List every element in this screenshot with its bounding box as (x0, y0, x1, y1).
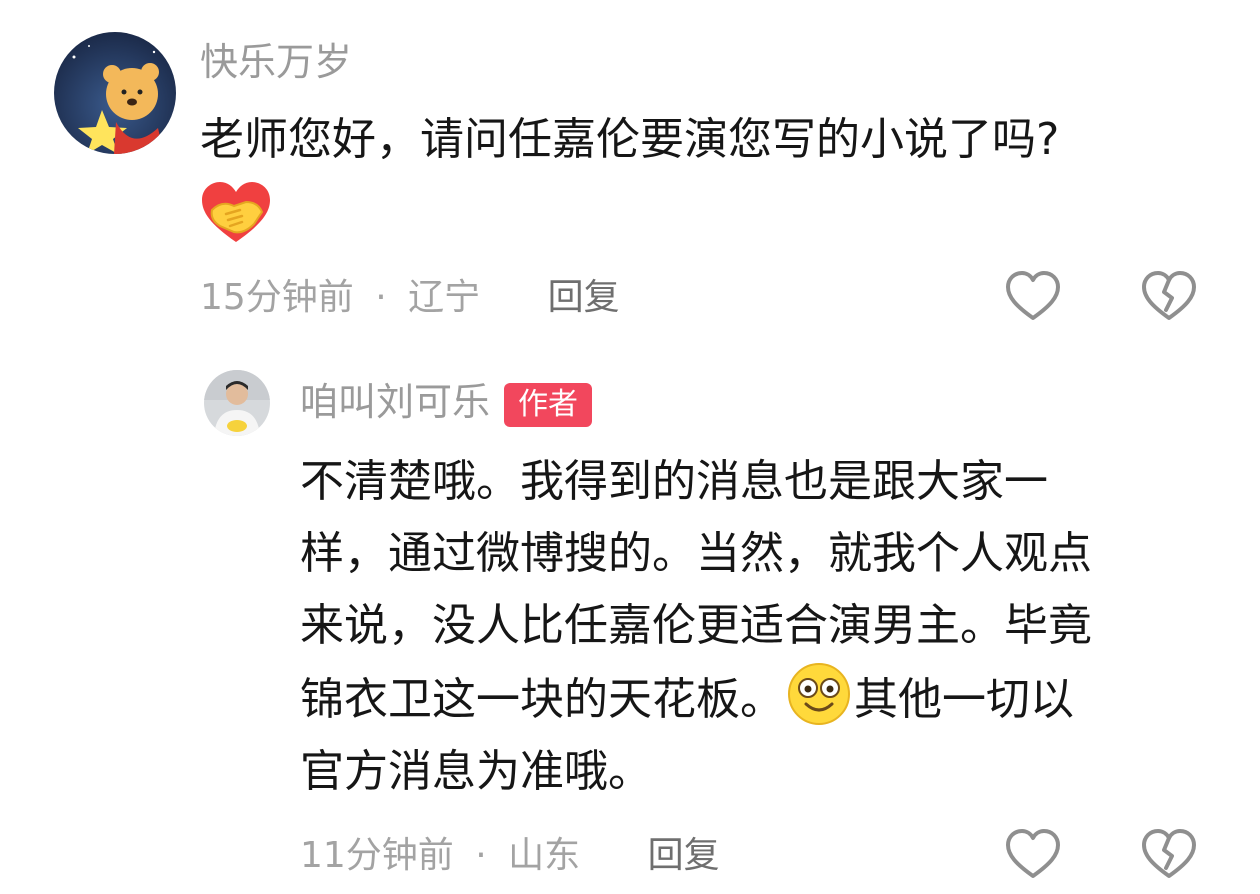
reply-button[interactable]: 回复 (648, 835, 720, 876)
meta-separator: · (375, 277, 387, 318)
heart-outline-icon[interactable] (1004, 268, 1062, 326)
heart-outline-icon[interactable] (1004, 826, 1062, 884)
reply-text-segment: 锦衣卫这一块的天花板。 (300, 674, 784, 725)
bear-avatar-image (54, 32, 176, 154)
reply-text-segment: 其他一切以 (854, 674, 1074, 725)
avatar[interactable] (54, 32, 176, 154)
reply-time: 11分钟前 (300, 835, 454, 876)
comment-location: 辽宁 (408, 277, 481, 318)
reply-meta: 11分钟前 · 山东 回复 (300, 834, 720, 878)
reply-text-line: 来说，没人比任嘉伦更适合演男主。毕竟 (300, 600, 1092, 651)
reply-button[interactable]: 回复 (548, 277, 620, 318)
author-badge: 作者 (504, 382, 593, 427)
comment-meta: 15分钟前 · 辽宁 回复 (200, 276, 620, 320)
reply-text-line: 样，通过微博搜的。当然，就我个人观点 (300, 528, 1092, 579)
reply-username[interactable]: 咱叫刘可乐 (300, 380, 490, 424)
comment-username[interactable]: 快乐万岁 (200, 40, 352, 84)
reply-text: 不清楚哦。我得到的消息也是跟大家一 样，通过微博搜的。当然，就我个人观点 来说，… (300, 446, 1220, 808)
handshake-heart-icon (200, 180, 272, 246)
reply-text-line: 锦衣卫这一块的天花板。 其他一切以 (300, 662, 1220, 736)
reply-text-line: 官方消息为准哦。 (300, 746, 652, 797)
meta-separator: · (475, 835, 487, 876)
person-avatar-image (204, 370, 270, 436)
reply-username-row: 咱叫刘可乐 作者 (300, 380, 593, 427)
broken-heart-icon[interactable] (1140, 268, 1198, 326)
reply-text-line: 不清楚哦。我得到的消息也是跟大家一 (300, 456, 1048, 507)
smiling-face-icon (784, 662, 854, 726)
reply-location: 山东 (508, 835, 581, 876)
comment-text: 老师您好，请问任嘉伦要演您写的小说了吗? (200, 114, 1060, 165)
broken-heart-icon[interactable] (1140, 826, 1198, 884)
comment-time: 15分钟前 (200, 277, 354, 318)
author-avatar[interactable] (204, 370, 270, 436)
